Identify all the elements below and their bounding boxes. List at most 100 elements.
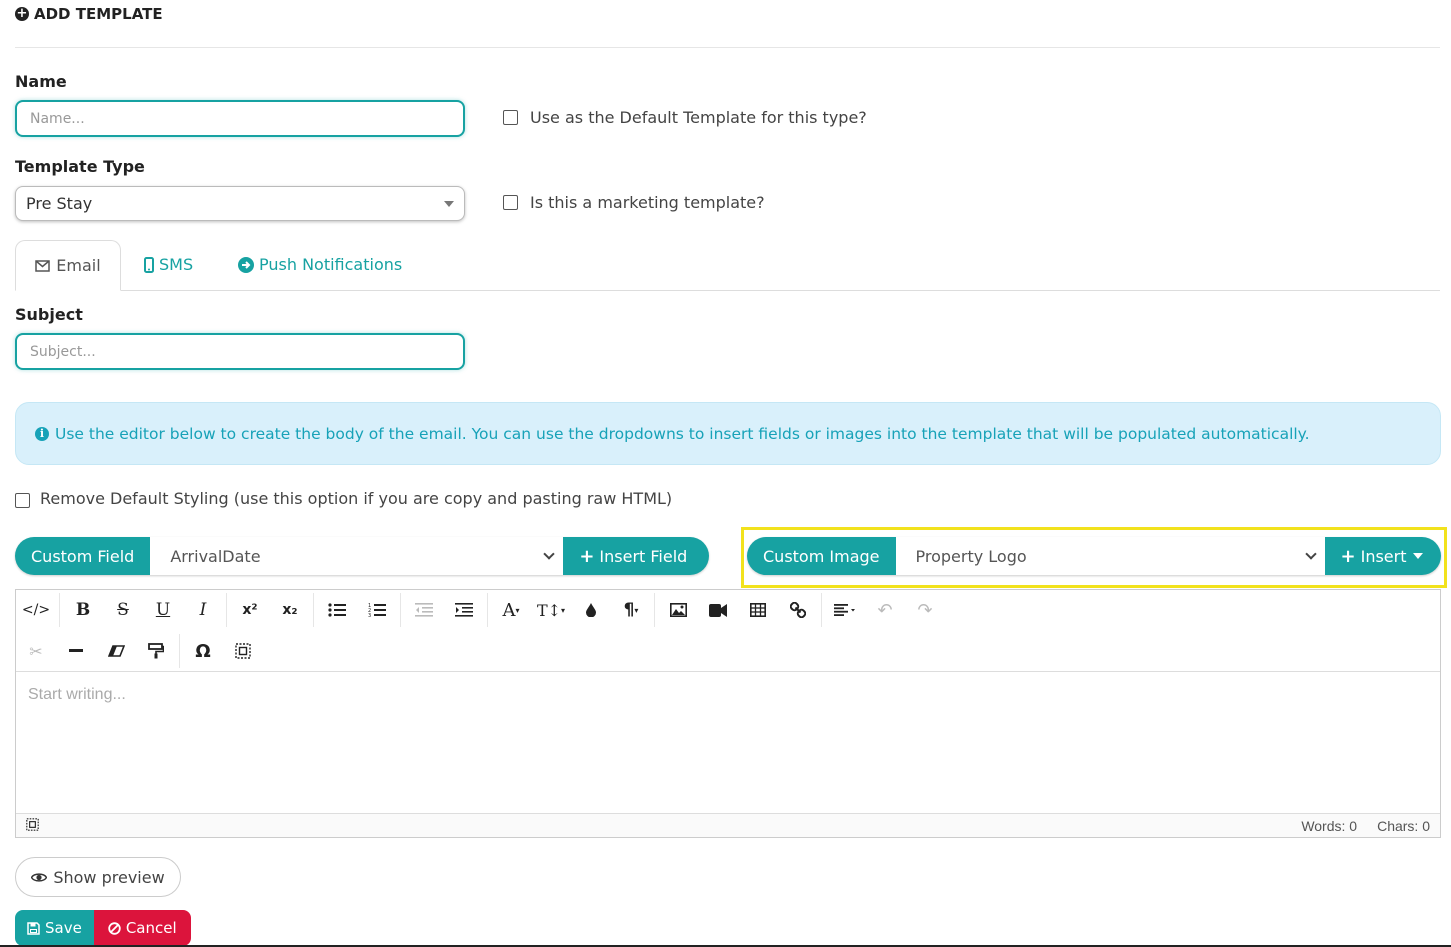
custom-field-group: Custom Field ArrivalDate + Insert Field	[15, 537, 709, 575]
info-icon: i	[35, 426, 49, 441]
toolbar-separator	[487, 593, 488, 627]
word-count: Words: 0	[1301, 817, 1358, 834]
toolbar-separator	[654, 593, 655, 627]
custom-field-label: Custom Field	[31, 546, 135, 566]
subject-input[interactable]: Subject...	[15, 333, 465, 370]
eye-icon	[31, 872, 48, 882]
remove-styling-checkbox[interactable]	[15, 493, 30, 508]
info-alert-text: Use the editor below to create the body …	[55, 424, 1310, 443]
strikethrough-icon[interactable]: S	[103, 590, 143, 630]
default-template-checkbox[interactable]	[503, 110, 518, 125]
custom-field-value: ArrivalDate	[170, 546, 261, 566]
save-button[interactable]: Save	[15, 910, 94, 946]
page-title-text: ADD TEMPLATE	[34, 5, 163, 23]
insert-table-icon[interactable]	[738, 590, 778, 630]
text-color-icon[interactable]	[571, 590, 611, 630]
template-type-select[interactable]: Pre Stay	[15, 186, 465, 221]
toolbar-separator	[821, 593, 822, 627]
name-input[interactable]: Name...	[15, 100, 465, 137]
editor-toolbar: </> B S U I x² x₂ 123 A ▾ T↕ ▾ ¶ ▾ ↶ ↷ ✂…	[16, 590, 1440, 672]
template-type-value: Pre Stay	[26, 194, 93, 213]
default-template-option: Use as the Default Template for this typ…	[503, 108, 867, 127]
code-view-icon[interactable]: </>	[16, 590, 56, 630]
select-all-icon[interactable]	[26, 817, 39, 834]
paragraph-format-icon[interactable]: ¶ ▾	[611, 590, 651, 630]
remove-styling-option: Remove Default Styling (use this option …	[15, 489, 672, 508]
custom-image-value: Property Logo	[915, 546, 1027, 566]
info-alert: i Use the editor below to create the bod…	[15, 402, 1441, 465]
subject-placeholder: Subject...	[30, 343, 96, 360]
toolbar-row-1: </> B S U I x² x₂ 123 A ▾ T↕ ▾ ¶ ▾ ↶ ↷	[16, 590, 945, 630]
remove-styling-label: Remove Default Styling (use this option …	[40, 489, 673, 508]
page-title: + ADD TEMPLATE	[15, 5, 163, 23]
editor-content[interactable]: Start writing...	[16, 672, 1440, 815]
caret-down-icon	[444, 200, 454, 207]
insert-video-icon[interactable]	[698, 590, 738, 630]
editor-counters: Words: 0 Chars: 0	[1301, 818, 1430, 834]
tab-push-notifications[interactable]: Push Notifications	[238, 255, 402, 274]
undo-icon[interactable]: ↶	[865, 590, 905, 630]
outdent-icon[interactable]	[404, 590, 444, 630]
show-preview-button[interactable]: Show preview	[15, 857, 181, 897]
custom-image-select[interactable]: Property Logo	[895, 537, 1325, 575]
name-label: Name	[15, 72, 67, 91]
tab-sms[interactable]: SMS	[144, 255, 193, 274]
font-size-icon[interactable]: T↕ ▾	[531, 590, 571, 630]
toolbar-row-2: ✂ Ω	[16, 631, 263, 671]
indent-icon[interactable]	[444, 590, 484, 630]
plus-icon: +	[1340, 545, 1356, 567]
tab-push-label: Push Notifications	[259, 255, 403, 274]
bold-icon[interactable]: B	[63, 590, 103, 630]
save-label: Save	[45, 919, 82, 937]
align-icon[interactable]	[825, 590, 865, 630]
plus-circle-icon: +	[15, 6, 29, 21]
cancel-button[interactable]: Cancel	[93, 910, 191, 946]
ban-icon	[108, 921, 121, 935]
insert-image-label: Insert	[1360, 546, 1407, 566]
horizontal-line-icon[interactable]	[56, 631, 96, 671]
format-painter-icon[interactable]	[136, 631, 176, 671]
insert-field-label: Insert Field	[599, 546, 688, 566]
toolbar-separator	[59, 593, 60, 627]
unordered-list-icon[interactable]	[317, 590, 357, 630]
select-all-icon[interactable]	[223, 631, 263, 671]
insert-field-button[interactable]: + Insert Field	[563, 546, 703, 567]
char-count: Chars: 0	[1377, 817, 1430, 834]
floppy-disk-icon	[27, 921, 40, 935]
custom-image-group: Custom Image Property Logo + Insert	[747, 537, 1441, 575]
svg-text:3: 3	[368, 613, 371, 618]
marketing-checkbox[interactable]	[503, 195, 518, 210]
insert-link-icon[interactable]	[778, 590, 818, 630]
toolbar-separator	[226, 593, 227, 627]
eraser-icon[interactable]	[96, 631, 136, 671]
rich-text-editor: </> B S U I x² x₂ 123 A ▾ T↕ ▾ ¶ ▾ ↶ ↷ ✂…	[15, 589, 1441, 838]
font-family-icon[interactable]: A ▾	[491, 590, 531, 630]
insert-image-button[interactable]: + Insert	[1325, 546, 1440, 567]
special-characters-icon[interactable]: Ω	[183, 631, 223, 671]
custom-field-select[interactable]: ArrivalDate	[150, 537, 564, 575]
caret-down-icon	[1413, 553, 1424, 559]
subject-label: Subject	[15, 305, 83, 324]
tab-email[interactable]: Email	[15, 240, 121, 291]
tab-email-label: Email	[56, 256, 101, 275]
editor-footer: Words: 0 Chars: 0	[16, 813, 1440, 837]
arrow-circle-right-icon	[238, 256, 254, 273]
insert-image-icon[interactable]	[658, 590, 698, 630]
chevron-down-icon	[543, 548, 555, 560]
show-preview-label: Show preview	[53, 867, 165, 887]
editor-placeholder: Start writing...	[28, 686, 126, 703]
ordered-list-icon[interactable]: 123	[357, 590, 397, 630]
custom-image-label: Custom Image	[763, 546, 880, 566]
italic-icon[interactable]: I	[183, 590, 223, 630]
form-actions: Save Cancel	[15, 910, 191, 946]
cancel-label: Cancel	[125, 919, 177, 937]
redo-icon[interactable]: ↷	[905, 590, 945, 630]
subscript-icon[interactable]: x₂	[270, 590, 310, 630]
tabs-divider	[15, 290, 1440, 291]
divider	[15, 47, 1440, 48]
cut-icon[interactable]: ✂	[16, 631, 56, 671]
envelope-icon	[35, 259, 51, 272]
underline-icon[interactable]: U	[143, 590, 183, 630]
superscript-icon[interactable]: x²	[230, 590, 270, 630]
toolbar-separator	[179, 634, 180, 668]
